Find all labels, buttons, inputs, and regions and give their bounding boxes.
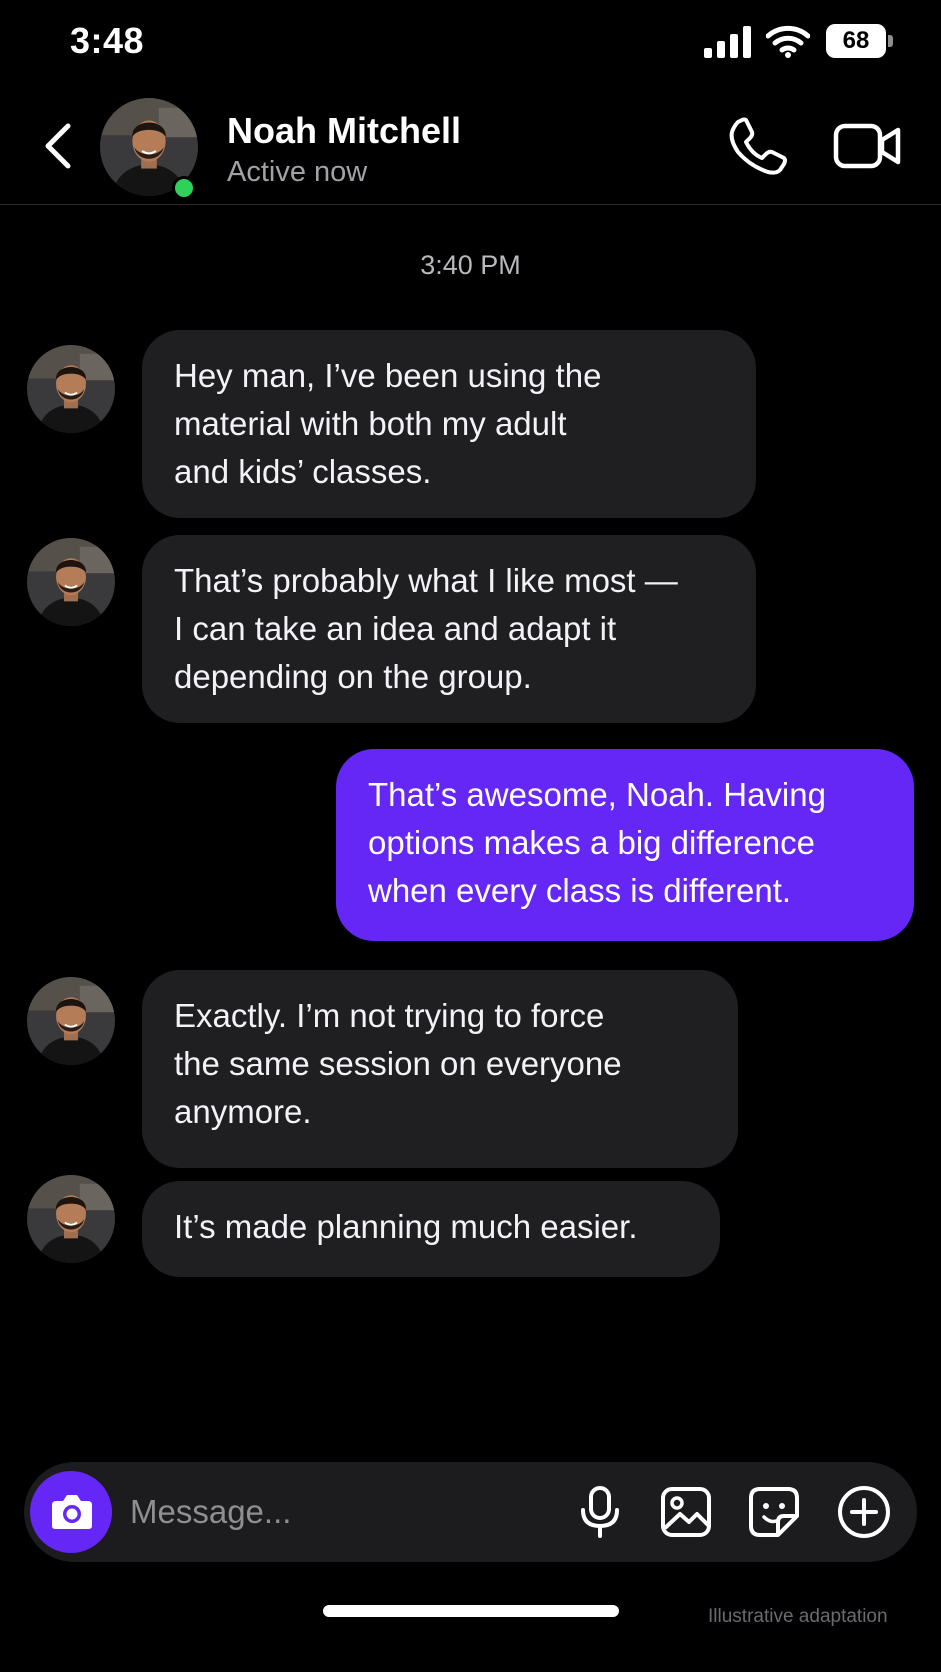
- conversation-timestamp: 3:40 PM: [420, 250, 521, 280]
- camera-icon: [52, 1495, 92, 1529]
- battery-cap: [888, 35, 893, 47]
- message-composer: [24, 1462, 917, 1562]
- message-bubble-outgoing[interactable]: That’s awesome, Noah. Having options mak…: [336, 749, 914, 941]
- home-indicator[interactable]: [323, 1605, 619, 1617]
- phone-icon[interactable]: [726, 114, 790, 178]
- contact-name[interactable]: Noah Mitchell: [227, 110, 461, 152]
- image-icon[interactable]: [658, 1484, 714, 1540]
- message-input[interactable]: [130, 1480, 550, 1544]
- contact-avatar[interactable]: [100, 98, 198, 200]
- video-camera-icon[interactable]: [832, 114, 902, 178]
- message-bubble-incoming[interactable]: Hey man, I’ve been using the material wi…: [142, 330, 756, 518]
- microphone-icon[interactable]: [572, 1484, 628, 1540]
- status-time: 3:48: [70, 20, 145, 61]
- avatar[interactable]: [27, 977, 115, 1065]
- status-bar: 3:48 68: [0, 0, 941, 88]
- chat-screen: 3:48 68 Noah Mitchell Active now 3:40 PM…: [0, 0, 941, 1672]
- back-button[interactable]: [36, 118, 86, 174]
- presence-status: Active now: [227, 156, 368, 188]
- battery-level: 68: [826, 24, 886, 58]
- plus-circle-icon[interactable]: [836, 1484, 892, 1540]
- camera-button[interactable]: [30, 1471, 112, 1553]
- sticker-icon[interactable]: [746, 1484, 802, 1540]
- battery-indicator: 68: [826, 24, 894, 58]
- chat-header: Noah Mitchell Active now: [0, 88, 941, 205]
- avatar[interactable]: [27, 1175, 115, 1263]
- watermark: Illustrative adaptation: [708, 1606, 888, 1627]
- avatar[interactable]: [27, 538, 115, 626]
- online-status-dot: [172, 176, 196, 200]
- message-bubble-incoming[interactable]: Exactly. I’m not trying to force the sam…: [142, 970, 738, 1168]
- message-bubble-incoming[interactable]: That’s probably what I like most — I can…: [142, 535, 756, 723]
- message-bubble-incoming[interactable]: It’s made planning much easier.: [142, 1181, 720, 1277]
- cellular-signal-icon: [704, 26, 751, 58]
- wifi-icon: [766, 25, 810, 58]
- avatar[interactable]: [27, 345, 115, 433]
